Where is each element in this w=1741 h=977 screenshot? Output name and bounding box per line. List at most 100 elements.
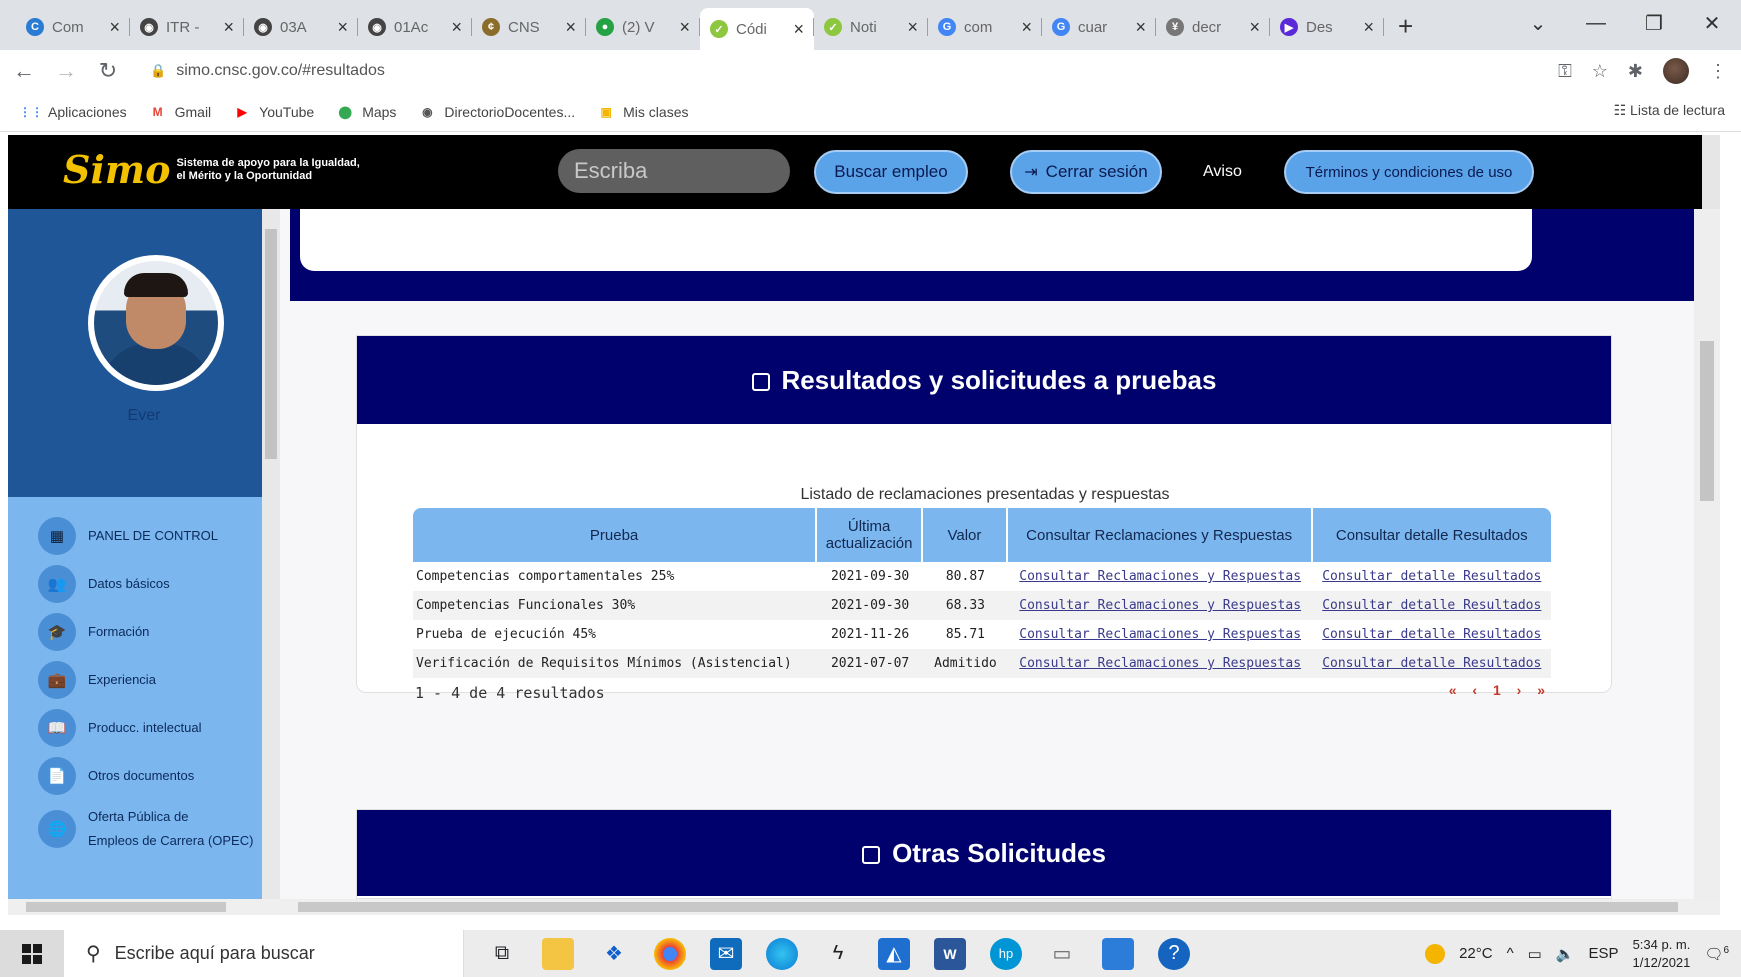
address-bar[interactable]: 🔒 simo.cnsc.gov.co/#resultados [150, 55, 1530, 87]
help-icon[interactable]: ? [1158, 937, 1190, 970]
browser-tab[interactable]: ✓ Noti × [814, 8, 928, 46]
hp-icon[interactable]: hp [990, 937, 1022, 970]
forward-button[interactable]: → [48, 58, 84, 84]
bookmark-item[interactable]: ▶ YouTube [233, 104, 315, 120]
bookmark-star-icon[interactable]: ☆ [1592, 61, 1608, 82]
claims-link[interactable]: Consultar Reclamaciones y Respuestas [1007, 562, 1313, 591]
bookmark-item[interactable]: ⬤ Maps [336, 104, 396, 120]
browser-tab[interactable]: ◉ 03A × [244, 8, 358, 46]
task-view-icon[interactable]: ⧉ [486, 938, 518, 970]
clock[interactable]: 5:34 p. m. 1/12/2021 [1633, 936, 1691, 972]
result-detail-link[interactable]: Consultar detalle Resultados [1312, 620, 1551, 649]
page-scrollbar[interactable] [1694, 209, 1720, 915]
sidebar-item[interactable]: 📖 Producc. intelectual [38, 709, 201, 747]
browser-tab[interactable]: C Com × [16, 8, 130, 46]
next-page-button[interactable]: › [1517, 682, 1528, 698]
browser-tab[interactable]: ◉ ITR - × [130, 8, 244, 46]
winamp-icon[interactable]: ϟ [822, 938, 854, 970]
sidebar-hscroll-thumb[interactable] [26, 902, 226, 912]
browser-tab[interactable]: ¥ decr × [1156, 8, 1270, 46]
profile-avatar[interactable] [1663, 58, 1689, 84]
sidebar-scrollbar[interactable] [262, 209, 280, 899]
result-detail-link[interactable]: Consultar detalle Resultados [1312, 591, 1551, 620]
bookmark-item[interactable]: ▣ Mis clases [597, 104, 688, 120]
search-input[interactable] [558, 149, 790, 193]
dropbox-icon[interactable]: ❖ [598, 938, 630, 970]
tab-close-icon[interactable]: × [565, 17, 576, 38]
restore-button[interactable]: ❐ [1625, 11, 1683, 36]
word-icon[interactable]: W [934, 937, 966, 970]
close-window-button[interactable]: ✕ [1683, 11, 1741, 36]
chrome-icon[interactable] [654, 937, 686, 970]
tab-close-icon[interactable]: × [907, 17, 918, 38]
temperature[interactable]: 22°C [1459, 945, 1493, 962]
network-icon[interactable]: ▭ [1528, 945, 1542, 963]
claims-link[interactable]: Consultar Reclamaciones y Respuestas [1007, 591, 1313, 620]
tab-close-icon[interactable]: × [337, 17, 348, 38]
tab-close-icon[interactable]: × [1363, 17, 1374, 38]
page-hscroll-thumb[interactable] [298, 902, 1678, 912]
bookmark-item[interactable]: M Gmail [149, 104, 212, 120]
tab-close-icon[interactable]: × [793, 19, 804, 40]
prev-page-button[interactable]: ‹ [1472, 682, 1483, 698]
sidebar-item[interactable]: ▦ PANEL DE CONTROL [38, 517, 218, 555]
extensions-puzzle-icon[interactable]: ✱ [1628, 61, 1643, 82]
result-detail-link[interactable]: Consultar detalle Resultados [1312, 649, 1551, 678]
mail-icon[interactable]: ✉ [710, 937, 742, 970]
sidebar-item[interactable]: 🎓 Formación [38, 613, 149, 651]
browser-tab[interactable]: ¢ CNS × [472, 8, 586, 46]
tab-close-icon[interactable]: × [1135, 17, 1146, 38]
browser-tab[interactable]: ◉ 01Ac × [358, 8, 472, 46]
tab-close-icon[interactable]: × [1021, 17, 1032, 38]
tab-close-icon[interactable]: × [1249, 17, 1260, 38]
search-jobs-button[interactable]: Buscar empleo [814, 150, 968, 194]
new-tab-button[interactable]: + [1398, 11, 1428, 42]
page-scroll-thumb[interactable] [1700, 341, 1714, 501]
chrome-menu-icon[interactable]: ⋮ [1709, 61, 1727, 82]
last-page-button[interactable]: » [1537, 682, 1551, 698]
sidebar-item[interactable]: 👥 Datos básicos [38, 565, 170, 603]
tab-close-icon[interactable]: × [451, 17, 462, 38]
reload-button[interactable]: ↻ [90, 58, 126, 84]
taskbar-search[interactable]: ⚲ Escribe aquí para buscar [64, 930, 464, 977]
sidebar-hscrollbar[interactable] [8, 899, 280, 915]
tray-chevron-icon[interactable]: ^ [1507, 945, 1514, 962]
reading-list[interactable]: ☷ Lista de lectura [1614, 102, 1725, 119]
page-hscrollbar[interactable] [280, 899, 1720, 915]
weather-icon[interactable] [1425, 943, 1446, 964]
browser-tab[interactable]: ● (2) V × [586, 8, 700, 46]
drive-icon[interactable]: ▭ [1046, 938, 1078, 970]
sidebar-scroll-thumb[interactable] [265, 229, 277, 459]
start-button[interactable] [0, 930, 64, 977]
file-explorer-icon[interactable] [542, 937, 574, 970]
back-button[interactable]: ← [6, 58, 42, 84]
browser-tab[interactable]: Gcuar × [1042, 8, 1156, 46]
terms-button[interactable]: Términos y condiciones de uso [1284, 150, 1534, 194]
simo-logo[interactable]: Simo Sistema de apoyo para la Igualdad, … [63, 147, 360, 192]
tab-close-icon[interactable]: × [109, 17, 120, 38]
logout-button[interactable]: ⇥ Cerrar sesión [1010, 150, 1162, 194]
edge-icon[interactable] [766, 937, 798, 970]
sidebar-item[interactable]: 🌐 Oferta Pública de Empleos de Carrera (OP… [38, 805, 253, 853]
minimize-button[interactable]: — [1567, 12, 1625, 35]
top-scrollbar[interactable] [1702, 135, 1720, 209]
tab-close-icon[interactable]: × [223, 17, 234, 38]
app-icon[interactable]: ◭ [878, 937, 910, 970]
sidebar-item[interactable]: 💼 Experiencia [38, 661, 156, 699]
volume-icon[interactable]: 🔈 [1556, 945, 1575, 963]
language-indicator[interactable]: ESP [1589, 945, 1619, 962]
claims-link[interactable]: Consultar Reclamaciones y Respuestas [1007, 649, 1313, 678]
sidebar-item[interactable]: 📄 Otros documentos [38, 757, 194, 795]
bookmark-item[interactable]: ◉ DirectorioDocentes... [418, 104, 575, 120]
browser-tab[interactable]: Gcom × [928, 8, 1042, 46]
current-page[interactable]: 1 [1493, 682, 1507, 698]
tab-close-icon[interactable]: × [679, 17, 690, 38]
photos-icon[interactable] [1102, 937, 1134, 970]
first-page-button[interactable]: « [1449, 682, 1463, 698]
bookmark-item[interactable]: ⋮⋮ Aplicaciones [19, 104, 127, 120]
browser-tab[interactable]: ▶ Des × [1270, 8, 1384, 46]
tab-search-icon[interactable]: ⌄ [1509, 11, 1567, 36]
notifications-icon[interactable]: 🗨6 [1704, 945, 1729, 963]
claims-link[interactable]: Consultar Reclamaciones y Respuestas [1007, 620, 1313, 649]
key-icon[interactable]: ⚿ [1558, 61, 1572, 82]
